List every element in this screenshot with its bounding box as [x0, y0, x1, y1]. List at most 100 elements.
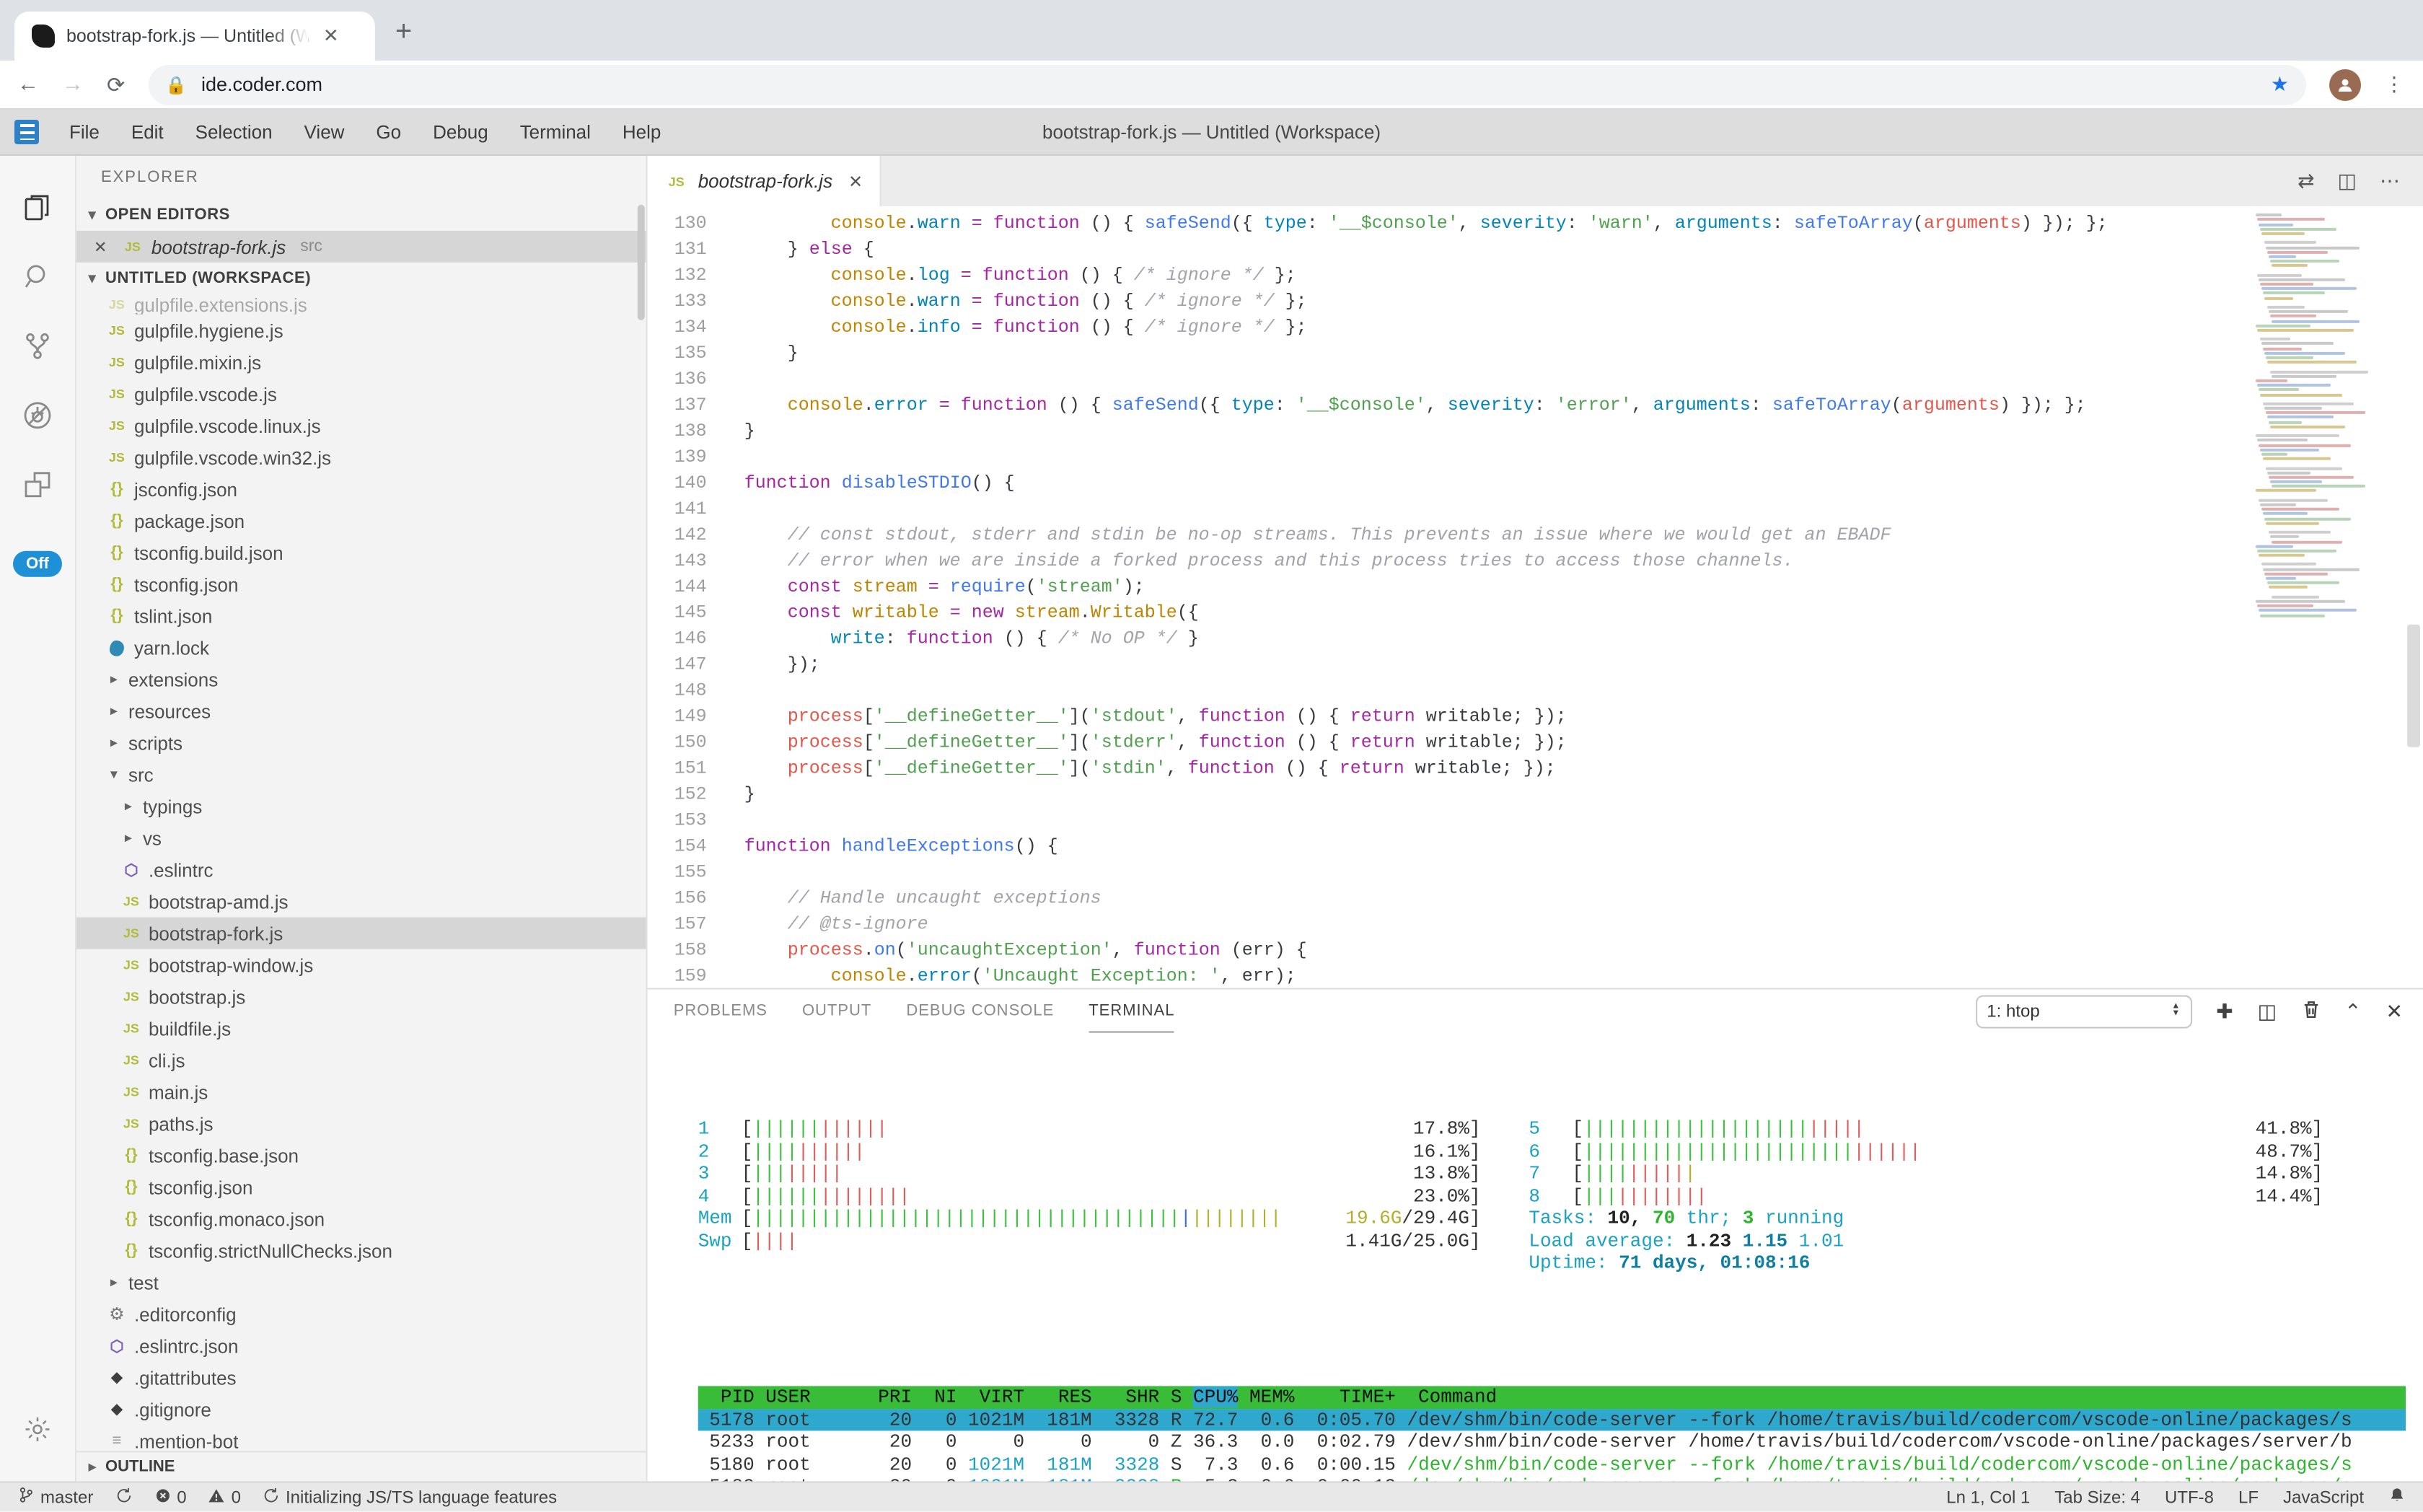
tree-item-gulpfile.vscode.js[interactable]: JSgulpfile.vscode.js: [76, 378, 646, 410]
tree-folder-test[interactable]: ▸test: [76, 1266, 646, 1298]
browser-tab[interactable]: bootstrap-fork.js — Untitled (W ✕: [14, 12, 375, 61]
tree-folder-extensions[interactable]: ▸extensions: [76, 664, 646, 695]
status-utf-8[interactable]: UTF-8: [2165, 1487, 2214, 1507]
tab-close-icon[interactable]: ✕: [320, 25, 342, 48]
back-button[interactable]: ←: [17, 72, 39, 97]
avatar[interactable]: [2329, 69, 2361, 100]
tree-item-gulpfile.hygiene.js[interactable]: JSgulpfile.hygiene.js: [76, 315, 646, 346]
tree-item-bootstrap-amd.js[interactable]: JSbootstrap-amd.js: [76, 886, 646, 918]
tab-terminal[interactable]: TERMINAL: [1089, 990, 1174, 1033]
tree-item-gulpfile.vscode.linux.js[interactable]: JSgulpfile.vscode.linux.js: [76, 410, 646, 441]
tree-folder-vs[interactable]: ▸vs: [76, 822, 646, 854]
browser-menu-icon[interactable]: ⋮: [2384, 72, 2406, 97]
editor-tab[interactable]: JS bootstrap-fork.js ✕: [648, 156, 881, 206]
status-lf[interactable]: LF: [2238, 1487, 2259, 1507]
tree-item-cli.js[interactable]: JScli.js: [76, 1045, 646, 1076]
tree-item-.gitattributes[interactable]: ◆.gitattributes: [76, 1361, 646, 1393]
new-terminal-icon[interactable]: ✚: [2216, 999, 2233, 1024]
warnings-item[interactable]: 0: [208, 1486, 241, 1508]
source-control-icon[interactable]: [3, 312, 72, 381]
tab-output[interactable]: OUTPUT: [802, 990, 871, 1033]
menu-edit[interactable]: Edit: [118, 121, 177, 143]
tree-item-paths.js[interactable]: JSpaths.js: [76, 1108, 646, 1140]
open-editor-item[interactable]: ✕ JS bootstrap-fork.js src: [76, 231, 646, 263]
bookmark-star-icon[interactable]: ★: [2271, 72, 2289, 97]
tree-item-tsconfig.base.json[interactable]: {}tsconfig.base.json: [76, 1140, 646, 1172]
tree-item-gulpfile.extensions.js[interactable]: JSgulpfile.extensions.js: [76, 294, 646, 315]
errors-item[interactable]: 0: [154, 1486, 186, 1508]
tree-item-tsconfig.build.json[interactable]: {}tsconfig.build.json: [76, 537, 646, 568]
menu-file[interactable]: File: [56, 121, 113, 143]
code-editor[interactable]: 1301311321331341351361371381391401411421…: [648, 206, 2423, 988]
tree-item-buildfile.js[interactable]: JSbuildfile.js: [76, 1013, 646, 1045]
htop-process-row[interactable]: 5178 root 20 0 1021M 181M 3328 R 72.7 0.…: [698, 1408, 2406, 1430]
new-tab-button[interactable]: +: [395, 16, 412, 49]
online-toggle-badge[interactable]: Off: [13, 551, 62, 577]
tree-item-yarn.lock[interactable]: yarn.lock: [76, 632, 646, 664]
extensions-icon[interactable]: [3, 450, 72, 519]
outline-header[interactable]: ▸ OUTLINE: [76, 1451, 646, 1481]
tree-item-jsconfig.json[interactable]: {}jsconfig.json: [76, 473, 646, 505]
tree-item-.mention-bot[interactable]: ≡.mention-bot: [76, 1425, 646, 1451]
sync-item[interactable]: [115, 1486, 132, 1508]
tree-item-.editorconfig[interactable]: ⚙.editorconfig: [76, 1298, 646, 1329]
git-branch-item[interactable]: master: [17, 1485, 93, 1508]
tree-item-tsconfig.json[interactable]: {}tsconfig.json: [76, 568, 646, 600]
tree-item-tslint.json[interactable]: {}tslint.json: [76, 600, 646, 632]
tab-problems[interactable]: PROBLEMS: [674, 990, 768, 1033]
tree-item-.gitignore[interactable]: ◆.gitignore: [76, 1393, 646, 1425]
split-editor-icon[interactable]: ◫: [2338, 169, 2357, 193]
search-icon[interactable]: [3, 242, 72, 312]
terminal[interactable]: 1[||||||||||||17.8%]2[||||||||||16.1%]3[…: [648, 1033, 2423, 1482]
menu-go[interactable]: Go: [363, 121, 414, 143]
forward-button[interactable]: →: [62, 72, 84, 97]
split-terminal-icon[interactable]: ◫: [2258, 999, 2277, 1024]
editor-scrollbar[interactable]: [2407, 625, 2420, 747]
tab-close-icon[interactable]: ✕: [848, 171, 863, 191]
htop-table-header[interactable]: PID USER PRI NI VIRT RES SHR S CPU% MEM%…: [698, 1386, 2406, 1408]
tree-item-tsconfig.json[interactable]: {}tsconfig.json: [76, 1172, 646, 1203]
debug-icon[interactable]: [3, 381, 72, 450]
bell-icon[interactable]: [2388, 1485, 2406, 1508]
tree-folder-scripts[interactable]: ▸scripts: [76, 727, 646, 759]
tab-debug-console[interactable]: DEBUG CONSOLE: [906, 990, 1054, 1033]
close-icon[interactable]: ✕: [94, 237, 114, 256]
tree-item-.eslintrc.json[interactable]: ⬡.eslintrc.json: [76, 1329, 646, 1361]
sync-icon[interactable]: ⇄: [2297, 169, 2314, 193]
menu-help[interactable]: Help: [610, 121, 674, 143]
explorer-icon[interactable]: [3, 173, 72, 242]
menu-debug[interactable]: Debug: [420, 121, 501, 143]
tree-item-gulpfile.vscode.win32.js[interactable]: JSgulpfile.vscode.win32.js: [76, 441, 646, 473]
menu-terminal[interactable]: Terminal: [507, 121, 604, 143]
status-ln-1-col-1[interactable]: Ln 1, Col 1: [1946, 1487, 2030, 1507]
tree-item-tsconfig.strictNullChecks.json[interactable]: {}tsconfig.strictNullChecks.json: [76, 1234, 646, 1266]
htop-process-row[interactable]: 5182 root 20 0 1021M 181M 3328 R 5.3 0.6…: [698, 1475, 2406, 1481]
language-status-item[interactable]: Initializing JS/TS language features: [263, 1486, 557, 1508]
menu-selection[interactable]: Selection: [183, 121, 286, 143]
tree-folder-resources[interactable]: ▸resources: [76, 695, 646, 727]
menu-view[interactable]: View: [291, 121, 358, 143]
workspace-header[interactable]: ▾ UNTITLED (WORKSPACE): [76, 263, 646, 294]
settings-gear-icon[interactable]: [3, 1394, 72, 1464]
minimap[interactable]: [2253, 212, 2371, 617]
tree-folder-src[interactable]: ▾src: [76, 759, 646, 791]
tree-item-bootstrap-window.js[interactable]: JSbootstrap-window.js: [76, 949, 646, 981]
tree-item-.eslintrc[interactable]: ⬡.eslintrc: [76, 854, 646, 886]
status-tab-size-4[interactable]: Tab Size: 4: [2054, 1487, 2140, 1507]
htop-process-row[interactable]: 5233 root 20 0 0 0 0 Z 36.3 0.0 0:02.79 …: [698, 1430, 2406, 1453]
tree-item-bootstrap-fork.js[interactable]: JSbootstrap-fork.js: [76, 918, 646, 949]
close-panel-icon[interactable]: ✕: [2386, 999, 2403, 1024]
maximize-panel-icon[interactable]: ⌃: [2344, 999, 2361, 1024]
sidebar-scrollbar[interactable]: [638, 205, 645, 320]
terminal-select[interactable]: 1: htop ▲▼: [1975, 995, 2191, 1028]
address-bar[interactable]: 🔒 ide.coder.com ★: [148, 64, 2306, 105]
more-actions-icon[interactable]: ⋯: [2380, 169, 2400, 193]
status-javascript[interactable]: JavaScript: [2283, 1487, 2364, 1507]
tree-folder-typings[interactable]: ▸typings: [76, 791, 646, 822]
tree-item-bootstrap.js[interactable]: JSbootstrap.js: [76, 981, 646, 1013]
htop-process-row[interactable]: 5180 root 20 0 1021M 181M 3328 S 7.3 0.6…: [698, 1453, 2406, 1475]
open-editors-header[interactable]: ▾ OPEN EDITORS: [76, 199, 646, 231]
tree-item-tsconfig.monaco.json[interactable]: {}tsconfig.monaco.json: [76, 1203, 646, 1234]
tree-item-package.json[interactable]: {}package.json: [76, 505, 646, 537]
tree-item-main.js[interactable]: JSmain.js: [76, 1076, 646, 1108]
